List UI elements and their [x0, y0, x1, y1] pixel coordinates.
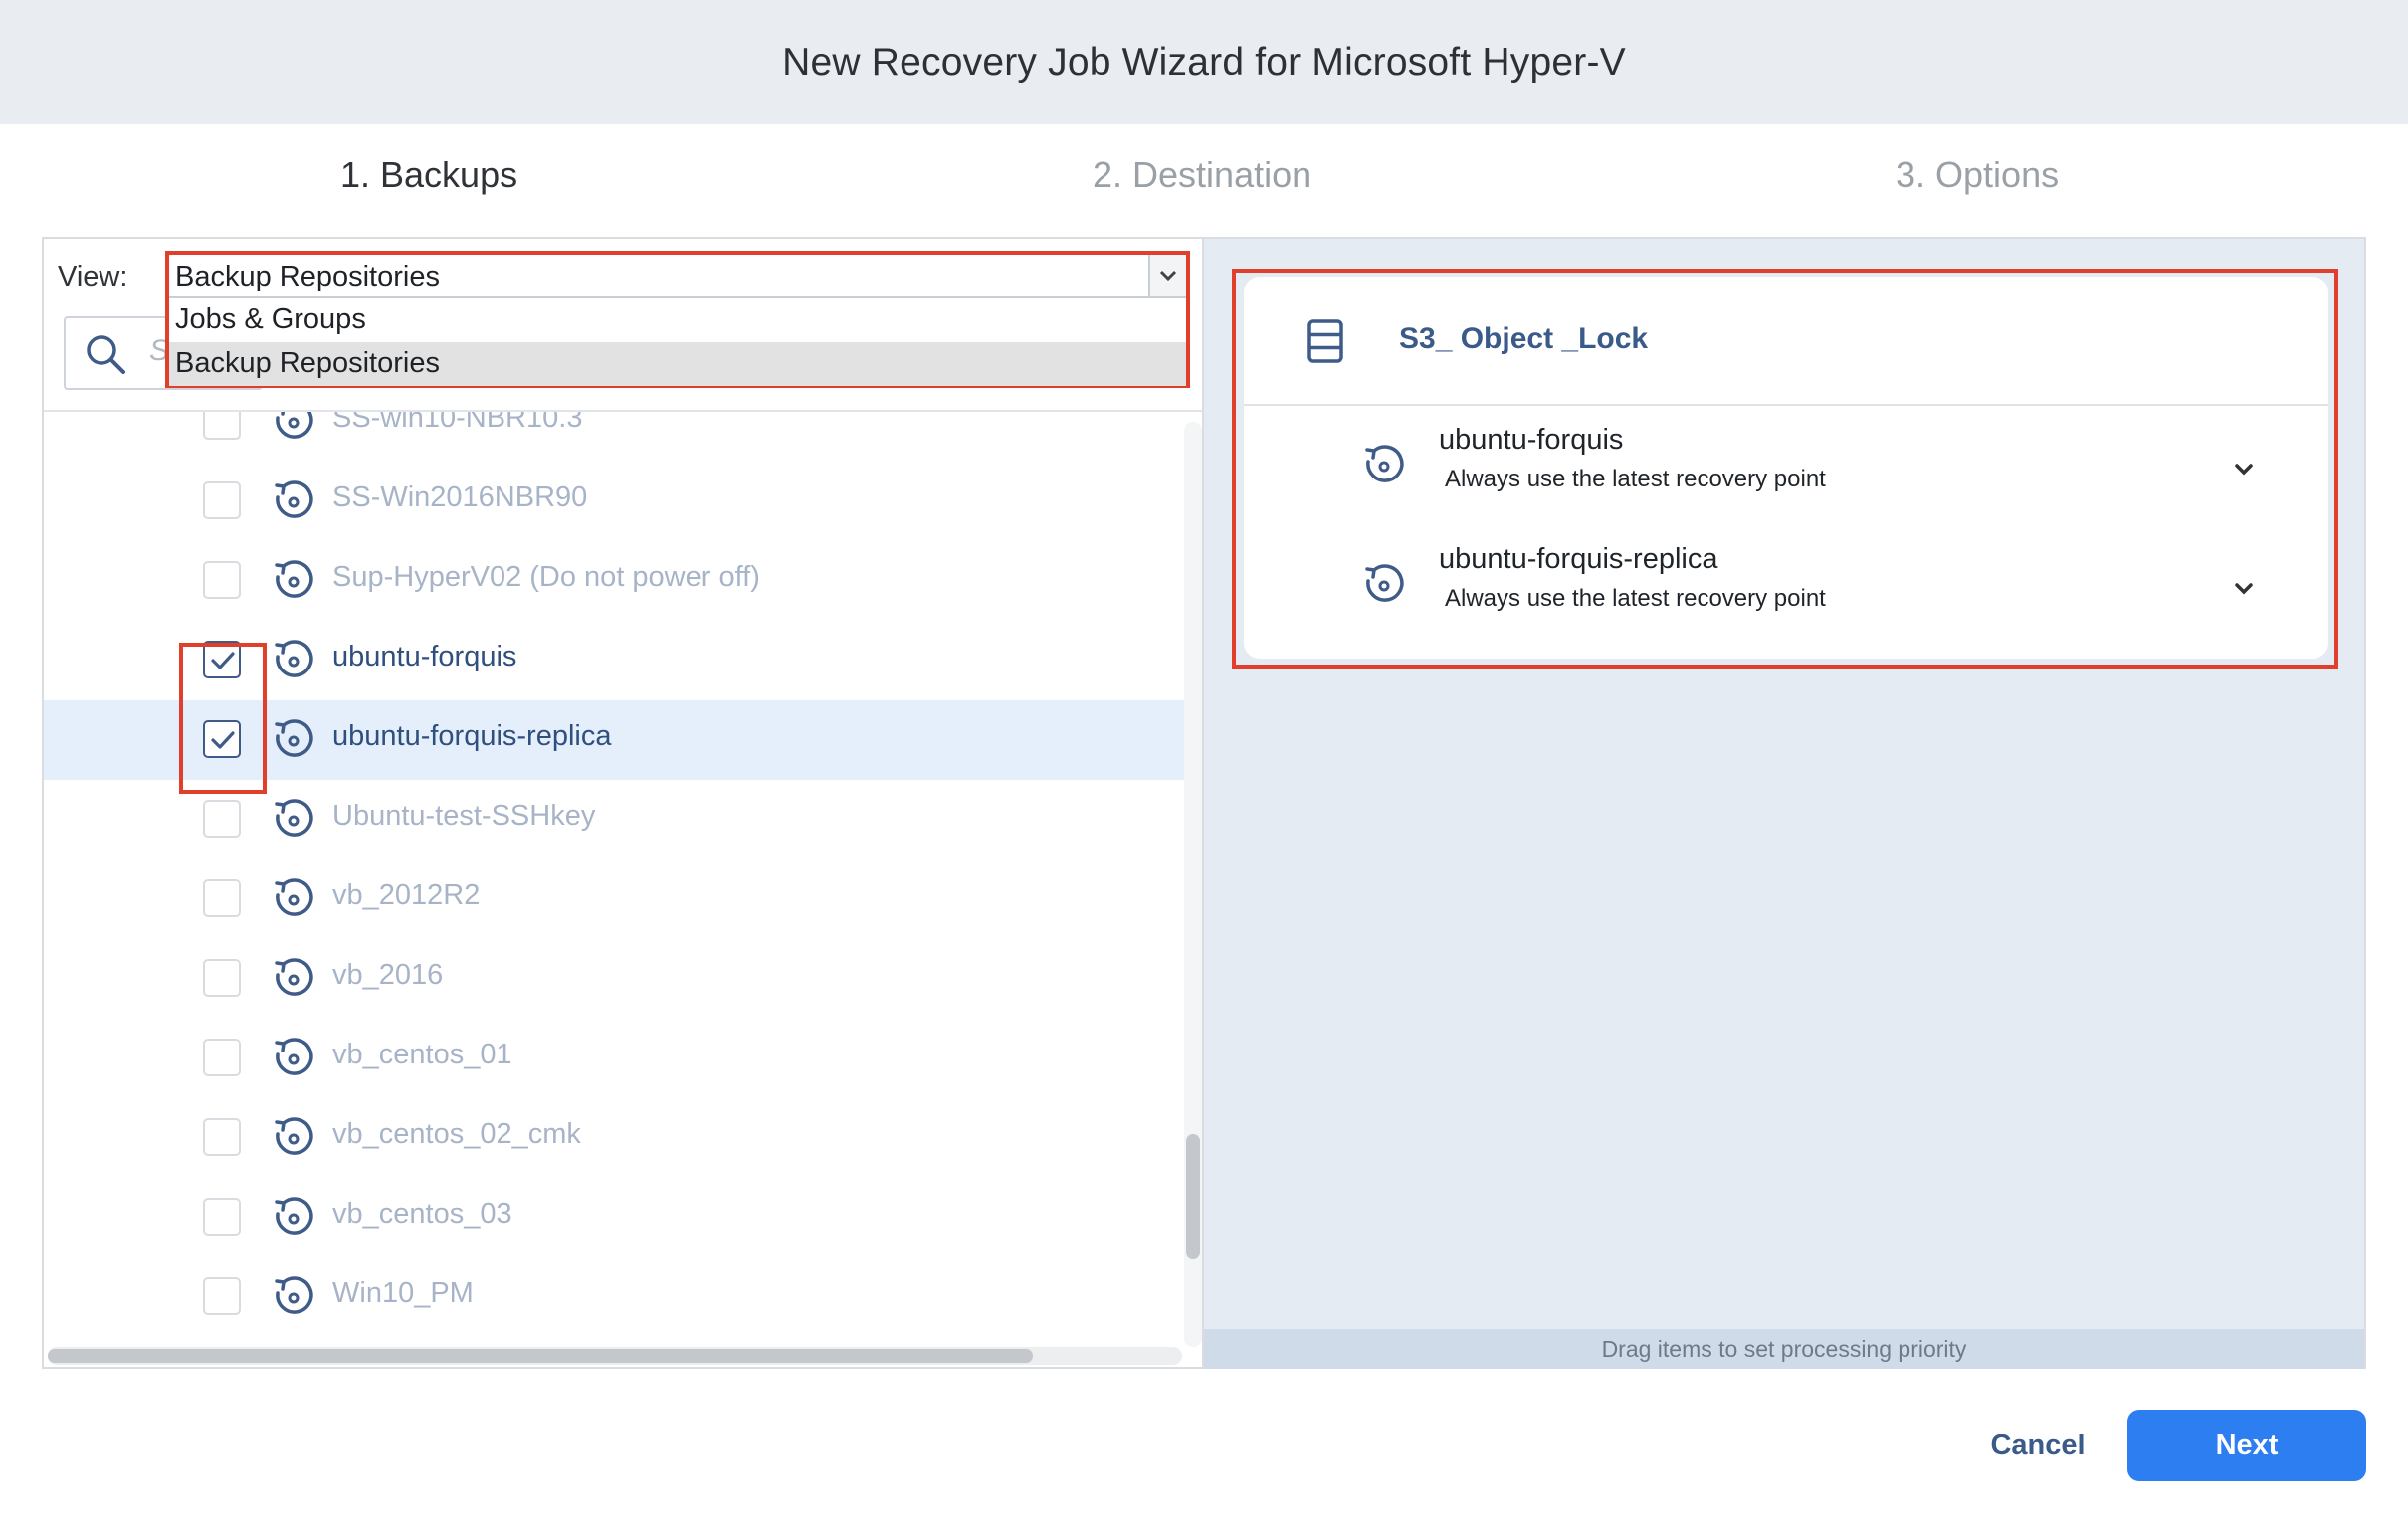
selected-item-name: ubuntu-forquis — [1439, 424, 1624, 456]
list-item-label: Win10_PM — [332, 1277, 474, 1309]
chevron-down-icon[interactable] — [2231, 579, 2257, 599]
item-checkbox[interactable] — [203, 561, 241, 599]
item-checkbox[interactable] — [203, 1198, 241, 1236]
item-checkbox[interactable] — [203, 412, 241, 440]
recovery-point-icon — [276, 412, 313, 439]
list-item-label: vb_2016 — [332, 959, 444, 991]
view-option-backup-repositories[interactable]: Backup Repositories — [169, 342, 1186, 386]
list-item-label: SS-win10-NBR10.3 — [332, 412, 583, 434]
view-option-jobs-groups[interactable]: Jobs & Groups — [169, 298, 1186, 342]
recovery-point-icon — [275, 640, 313, 677]
view-label: View: — [58, 261, 128, 292]
view-dropdown-value: Backup Repositories — [175, 261, 440, 292]
item-checkbox[interactable] — [203, 800, 241, 838]
view-dropdown-selected[interactable]: Backup Repositories — [169, 255, 1186, 298]
list-item[interactable]: vb_2012R2 — [44, 860, 1186, 939]
item-checkbox[interactable] — [203, 1277, 241, 1315]
view-dropdown[interactable]: Backup Repositories Jobs & Groups Backup… — [165, 251, 1190, 388]
item-checkbox[interactable] — [203, 481, 241, 519]
recovery-point-icon — [275, 1117, 313, 1155]
recovery-point-icon — [275, 1038, 313, 1075]
cancel-button[interactable]: Cancel — [1978, 1413, 2098, 1478]
list-item[interactable]: Win10_PM — [44, 1257, 1186, 1337]
selected-item[interactable]: ubuntu-forquis Always use the latest rec… — [1244, 416, 2328, 525]
step-options[interactable]: 3. Options — [1896, 154, 2059, 196]
recovery-point-icon — [275, 1276, 313, 1314]
list-item-label: ubuntu-forquis-replica — [332, 720, 612, 752]
horizontal-scrollbar-thumb[interactable] — [48, 1349, 1033, 1363]
wizard-title-bar: New Recovery Job Wizard for Microsoft Hy… — [0, 0, 2408, 124]
step-destination[interactable]: 2. Destination — [1093, 154, 1311, 196]
list-item-label: Ubuntu-test-SSHkey — [332, 800, 596, 832]
recovery-point-icon — [275, 878, 313, 916]
list-item-label: ubuntu-forquis — [332, 641, 517, 672]
repository-card: S3_ Object _Lock ubuntu-forquis Always u… — [1244, 277, 2328, 659]
recovery-point-icon — [275, 1197, 313, 1235]
repository-name: S3_ Object _Lock — [1399, 322, 1649, 355]
list-item-label: Sup-HyperV02 (Do not power off) — [332, 561, 760, 593]
list-item[interactable]: Sup-HyperV02 (Do not power off) — [44, 541, 1186, 621]
chevron-down-icon[interactable] — [2231, 460, 2257, 479]
recovery-point-icon — [275, 719, 313, 757]
selected-item-name: ubuntu-forquis-replica — [1439, 543, 1718, 575]
list-item-label: SS-Win2016NBR90 — [332, 481, 588, 513]
list-item[interactable]: SS-win10-NBR10.3 — [44, 412, 1186, 462]
search-icon — [87, 335, 125, 374]
selected-item[interactable]: ubuntu-forquis-replica Always use the la… — [1244, 535, 2328, 645]
recovery-point-icon — [1365, 564, 1404, 602]
list-item[interactable]: vb_centos_03 — [44, 1178, 1186, 1257]
selected-items-panel: S3_ Object _Lock ubuntu-forquis Always u… — [1204, 237, 2366, 1369]
recovery-point-icon — [275, 958, 313, 996]
list-item[interactable]: SS-Win2016NBR90 — [44, 462, 1186, 541]
list-item-label: vb_centos_02_cmk — [332, 1118, 581, 1150]
backup-list: SS-win10-NBR10.3 SS-Win2016NBR90 Sup-Hyper… — [44, 412, 1186, 1337]
vertical-scrollbar-thumb[interactable] — [1186, 1134, 1200, 1259]
wizard-title: New Recovery Job Wizard for Microsoft Hy… — [782, 40, 1626, 84]
wizard-steps: 1. Backups 2. Destination 3. Options — [0, 154, 2408, 210]
recovery-point-icon — [1365, 445, 1404, 482]
list-item-label: vb_2012R2 — [332, 879, 481, 911]
list-item[interactable]: vb_2016 — [44, 939, 1186, 1019]
repository-header: S3_ Object _Lock — [1244, 277, 2328, 406]
item-checkbox[interactable] — [203, 959, 241, 997]
item-checkbox[interactable] — [203, 879, 241, 917]
recovery-point-icon — [275, 480, 313, 518]
drag-hint: Drag items to set processing priority — [1204, 1329, 2364, 1369]
next-button[interactable]: Next — [2127, 1410, 2366, 1481]
recovery-point-icon — [275, 560, 313, 598]
selected-item-recovery-point: Always use the latest recovery point — [1445, 466, 1826, 492]
step-backups[interactable]: 1. Backups — [340, 154, 517, 196]
recovery-point-icon — [275, 799, 313, 837]
repository-icon — [1307, 319, 1343, 363]
item-checkbox[interactable] — [203, 1039, 241, 1076]
selected-item-recovery-point: Always use the latest recovery point — [1445, 585, 1826, 612]
chevron-down-icon[interactable] — [1148, 255, 1186, 296]
list-item-label: vb_centos_01 — [332, 1039, 512, 1070]
checkbox-highlight-frame — [179, 643, 267, 794]
backups-panel: View: S Backup Repositories Jobs & Group… — [42, 237, 1204, 1369]
list-item[interactable]: vb_centos_02_cmk — [44, 1098, 1186, 1178]
item-checkbox[interactable] — [203, 1118, 241, 1156]
list-item[interactable]: vb_centos_01 — [44, 1019, 1186, 1098]
list-item-label: vb_centos_03 — [332, 1198, 512, 1230]
